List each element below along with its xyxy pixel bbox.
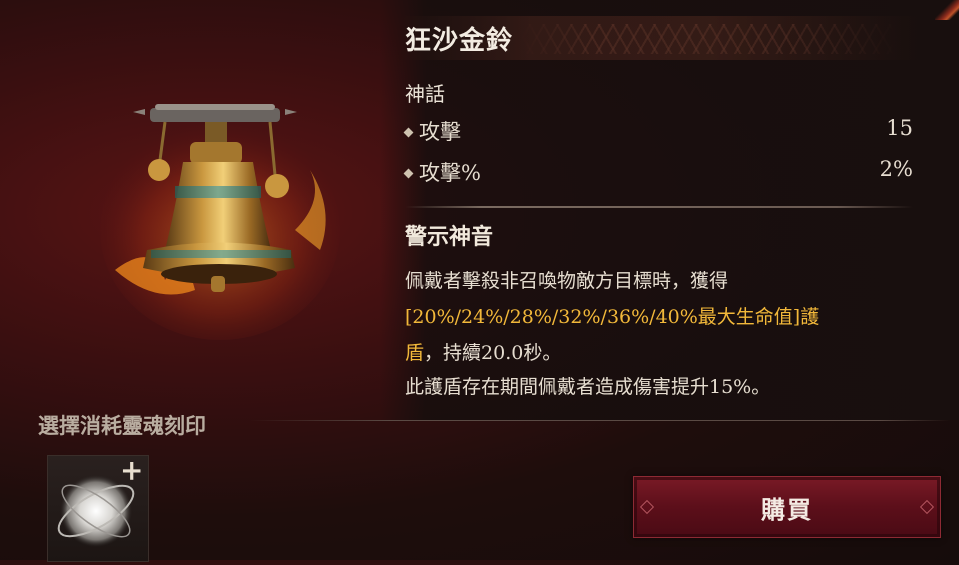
bottom-divider xyxy=(250,420,950,421)
golden-bell-icon xyxy=(100,104,340,340)
stat-value: 2% xyxy=(879,157,913,181)
add-imprint-icon[interactable]: + xyxy=(120,457,143,485)
stat-value: 15 xyxy=(886,116,913,140)
buy-button-label: 購買 xyxy=(761,494,813,524)
stat-row-attack: 攻擊 15 xyxy=(403,116,913,146)
stat-label: 攻擊 xyxy=(419,120,461,144)
skill-desc-line-1: 佩戴者擊殺非召喚物敵方目標時，獲得 xyxy=(405,270,729,292)
stat-row-attack-percent: 攻擊% 2% xyxy=(403,157,913,187)
item-title: 狂沙金鈴 xyxy=(405,26,514,56)
skill-desc-line-2: [20%/24%/28%/32%/36%/40%最大生命值]護 xyxy=(405,306,820,328)
skill-name: 警示神音 xyxy=(405,224,494,250)
duration-text: ，持續20.0秒。 xyxy=(424,342,562,364)
stat-label: 攻擊% xyxy=(419,161,481,185)
buy-button[interactable]: 購買 xyxy=(633,476,941,538)
diamond-bullet-icon xyxy=(403,127,414,138)
item-rarity: 神話 xyxy=(405,82,445,106)
skill-desc-line-4: 此護盾存在期間佩戴者造成傷害提升15%。 xyxy=(405,376,771,398)
corner-ornament xyxy=(935,0,959,20)
shield-highlight: 盾 xyxy=(405,342,425,364)
consume-label: 選擇消耗靈魂刻印 xyxy=(38,413,206,438)
section-divider xyxy=(405,206,913,208)
title-pattern xyxy=(520,24,900,54)
diamond-bullet-icon xyxy=(403,168,414,179)
skill-desc-line-3: 盾，持續20.0秒。 xyxy=(405,336,925,370)
